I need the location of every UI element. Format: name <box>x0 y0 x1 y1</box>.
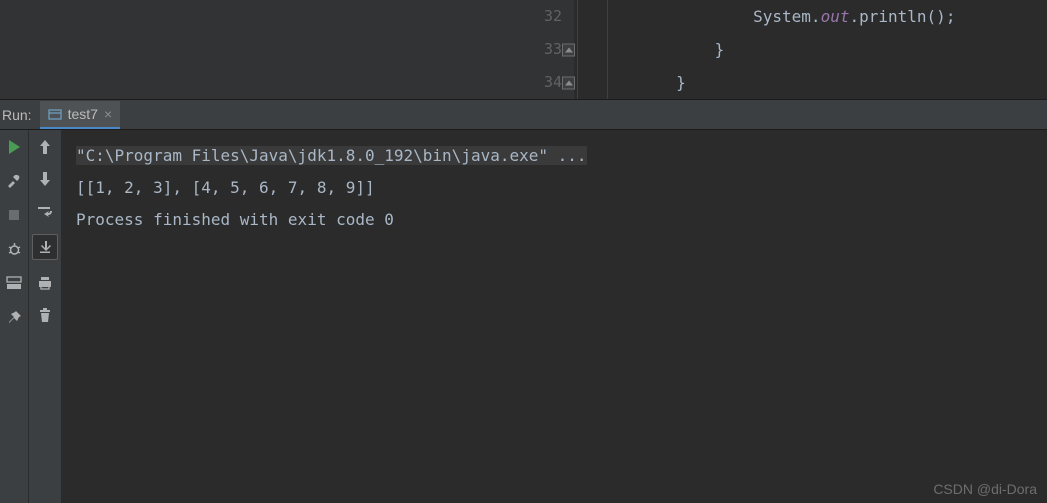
line-number: 32 <box>544 7 562 25</box>
soft-wrap-icon[interactable] <box>36 202 54 220</box>
scroll-to-end-icon[interactable] <box>32 234 58 260</box>
line-number: 34 <box>544 73 562 91</box>
stop-icon[interactable] <box>5 206 23 224</box>
code-line[interactable]: } <box>599 66 1047 99</box>
run-tab[interactable]: test7 × <box>40 101 121 129</box>
trash-icon[interactable] <box>36 306 54 324</box>
close-icon[interactable]: × <box>104 107 112 121</box>
line-number: 33 <box>544 40 562 58</box>
pin-icon[interactable] <box>5 308 23 326</box>
up-arrow-icon[interactable] <box>36 138 54 156</box>
application-icon <box>48 107 62 121</box>
debug-icon[interactable] <box>5 240 23 258</box>
run-tool-window: Run: test7 × <box>0 99 1047 503</box>
editor-left-panel <box>0 0 524 99</box>
code-line[interactable]: System.out.println(); <box>599 0 1047 33</box>
watermark: CSDN @di-Dora <box>933 481 1037 497</box>
run-label: Run: <box>0 107 40 123</box>
code-line[interactable]: } <box>599 33 1047 66</box>
print-icon[interactable] <box>36 274 54 292</box>
console-output[interactable]: "C:\Program Files\Java\jdk1.8.0_192\bin\… <box>62 130 1047 503</box>
code-editor[interactable]: 32 33 34 System.out.println(); } } <box>524 0 1047 99</box>
tab-label: test7 <box>68 106 98 122</box>
exit-line: Process finished with exit code 0 <box>76 204 1033 236</box>
run-actions-toolbar <box>0 130 29 503</box>
down-arrow-icon[interactable] <box>36 170 54 188</box>
wrench-icon[interactable] <box>5 172 23 190</box>
console-toolbar <box>29 130 62 503</box>
rerun-icon[interactable] <box>5 138 23 156</box>
run-tab-bar: Run: test7 × <box>0 100 1047 130</box>
code-content[interactable]: System.out.println(); } } <box>574 0 1047 99</box>
layout-icon[interactable] <box>5 274 23 292</box>
run-body: "C:\Program Files\Java\jdk1.8.0_192\bin\… <box>0 130 1047 503</box>
output-line: [[1, 2, 3], [4, 5, 6, 7, 8, 9]] <box>76 172 1033 204</box>
line-gutter: 32 33 34 <box>524 0 574 99</box>
editor-area: 32 33 34 System.out.println(); } } <box>0 0 1047 99</box>
command-line: "C:\Program Files\Java\jdk1.8.0_192\bin\… <box>76 146 587 165</box>
